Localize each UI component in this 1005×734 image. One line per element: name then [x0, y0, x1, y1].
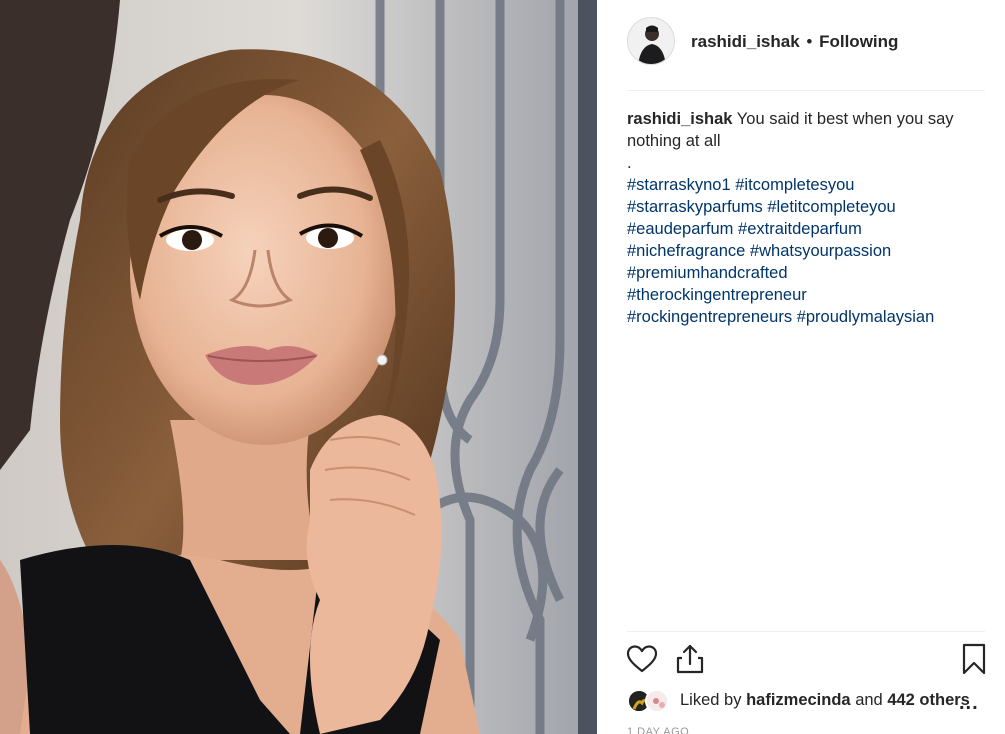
likes-text: Liked by hafizmecinda and 442 others	[680, 691, 970, 710]
hashtag-line: #eaudeparfum #extraitdeparfum	[627, 218, 972, 240]
hashtag-link[interactable]: #itcompletesyou	[735, 176, 854, 194]
hashtag-link[interactable]: #premiumhandcrafted	[627, 264, 788, 282]
post-side-panel: rashidi_ishak • Following rashidi_ishak …	[597, 0, 1005, 734]
hashtag-line: #starraskyno1 #itcompletesyou	[627, 174, 972, 196]
hashtag-link[interactable]: #letitcompleteyou	[767, 198, 895, 216]
author-avatar[interactable]	[627, 17, 675, 65]
actions-divider	[627, 631, 985, 632]
liker-avatar	[645, 689, 669, 713]
more-options-button[interactable]: ...	[959, 692, 979, 715]
likes-prefix: Liked by	[680, 691, 742, 709]
likes-others-link[interactable]: 442 others	[887, 691, 970, 709]
liker-avatars[interactable]	[627, 688, 675, 714]
like-button[interactable]	[625, 642, 659, 676]
post-photo-illustration	[0, 0, 597, 734]
caption-text: You said it best when you say	[736, 110, 954, 128]
post-timestamp[interactable]: 1 DAY AGO	[627, 726, 689, 734]
caption-line: rashidi_ishak You said it best when you …	[627, 108, 972, 130]
hashtag-link[interactable]: #rockingentrepreneurs	[627, 308, 792, 326]
header-divider	[627, 90, 985, 91]
author-username[interactable]: rashidi_ishak	[691, 32, 800, 51]
following-button[interactable]: Following	[819, 32, 898, 51]
save-button[interactable]	[957, 642, 991, 676]
hashtag-link[interactable]: #nichefragrance	[627, 242, 745, 260]
caption-line: nothing at all	[627, 132, 721, 150]
hashtag-link[interactable]: #whatsyourpassion	[750, 242, 891, 260]
bookmark-icon	[962, 643, 986, 675]
post-actions	[625, 642, 991, 678]
hashtag-line: #rockingentrepreneurs #proudlymalaysian	[627, 306, 972, 328]
share-icon	[676, 644, 704, 674]
post-caption: rashidi_ishak You said it best when you …	[627, 108, 972, 328]
post-header: rashidi_ishak • Following	[597, 0, 1005, 90]
liked-by-username[interactable]: hafizmecinda	[746, 691, 851, 709]
header-text: rashidi_ishak • Following	[691, 32, 898, 52]
share-button[interactable]	[673, 642, 707, 676]
likes-and: and	[855, 691, 883, 709]
hashtag-line: #premiumhandcrafted	[627, 262, 972, 284]
hashtag-link[interactable]: #starraskyno1	[627, 176, 731, 194]
hashtag-link[interactable]: #extraitdeparfum	[738, 220, 862, 238]
heart-icon	[626, 645, 658, 673]
hashtag-link[interactable]: #proudlymalaysian	[797, 308, 935, 326]
hashtag-line: #therockingentrepreneur	[627, 284, 972, 306]
post-photo[interactable]	[0, 0, 597, 734]
hashtag-line: #nichefragrance #whatsyourpassion	[627, 240, 972, 262]
hashtag-line: #starraskyparfums #letitcompleteyou	[627, 196, 972, 218]
header-separator: •	[806, 32, 813, 51]
author-avatar-image	[628, 18, 674, 64]
hashtag-link[interactable]: #therockingentrepreneur	[627, 286, 807, 304]
hashtag-link[interactable]: #eaudeparfum	[627, 220, 733, 238]
caption-username[interactable]: rashidi_ishak	[627, 110, 732, 128]
caption-dot: .	[627, 154, 632, 172]
hashtag-link[interactable]: #starraskyparfums	[627, 198, 763, 216]
